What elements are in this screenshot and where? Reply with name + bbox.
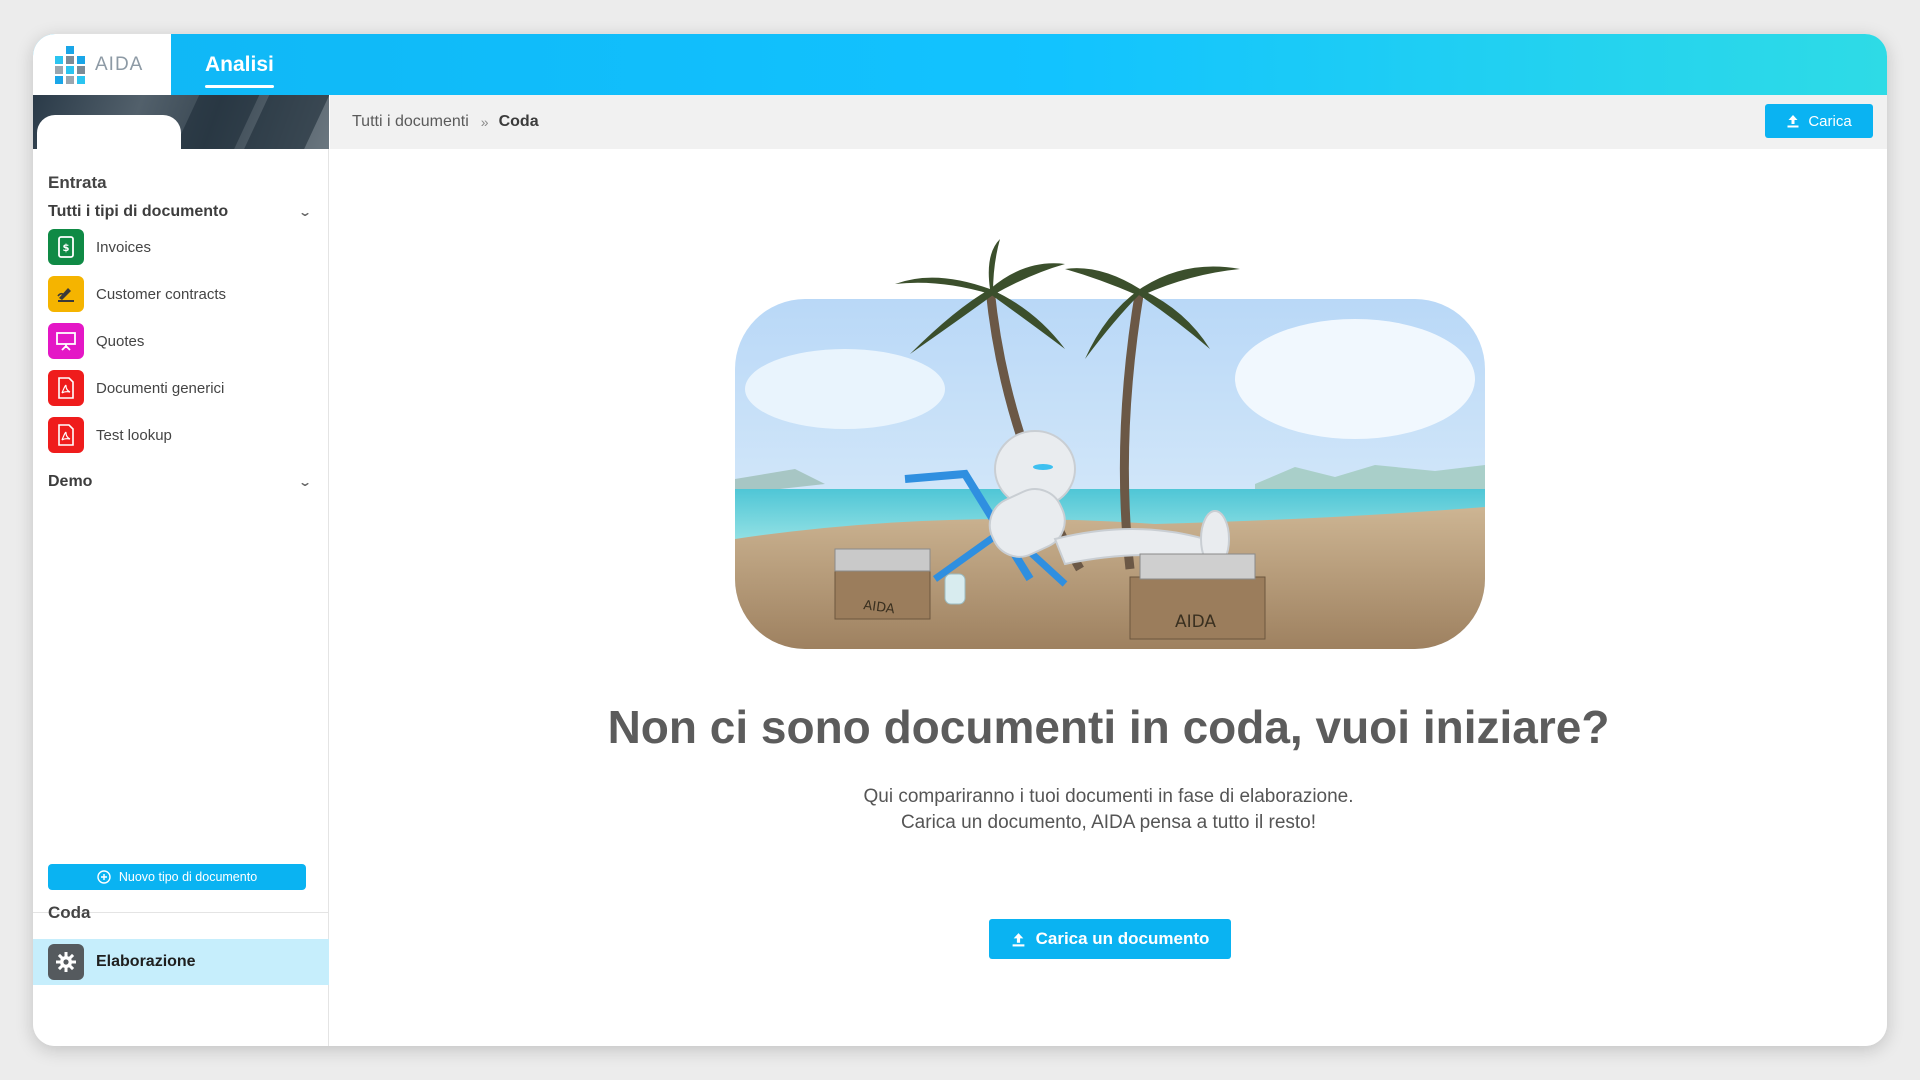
- upload-icon: [1012, 932, 1024, 946]
- beach-robot-illustration: AIDA AIDA: [735, 239, 1485, 649]
- breadcrumb-current: Coda: [498, 113, 539, 130]
- sidebar-item-label: Documenti generici: [96, 379, 225, 397]
- top-bar: AIDA Analisi: [33, 34, 1887, 95]
- app-window: AIDA Analisi Entrata Tutti i tipi di doc…: [33, 34, 1887, 1046]
- upload-document-button[interactable]: Carica un documento: [989, 919, 1231, 959]
- group-demo[interactable]: Demo ⌄: [48, 473, 313, 491]
- section-title-coda: Coda: [48, 903, 91, 922]
- logo[interactable]: AIDA: [33, 34, 171, 95]
- gear-icon: [48, 944, 84, 980]
- new-document-type-button[interactable]: Nuovo tipo di documento: [48, 864, 306, 890]
- sidebar-item-label: Invoices: [96, 238, 152, 256]
- invoice-icon: $: [48, 229, 84, 265]
- sidebar-item-invoices[interactable]: $ Invoices: [48, 229, 151, 265]
- sidebar-item-test-lookup[interactable]: Test lookup: [48, 417, 172, 453]
- group-label: Tutti i tipi di documento: [48, 203, 229, 220]
- group-all-document-types[interactable]: Tutti i tipi di documento ⌄: [48, 203, 313, 221]
- sidebar-item-label: Customer contracts: [96, 285, 227, 303]
- sidebar-item-elaborazione[interactable]: Elaborazione: [33, 939, 329, 985]
- svg-text:$: $: [63, 243, 70, 254]
- content-footer-area: [330, 987, 1887, 1046]
- upload-button-label: Carica: [1808, 112, 1852, 130]
- pdf-icon: [48, 417, 84, 453]
- chevron-down-icon: ⌄: [297, 475, 313, 489]
- upload-button[interactable]: Carica: [1765, 104, 1873, 138]
- chevron-down-icon: ⌄: [297, 205, 313, 219]
- breadcrumb: Tutti i documenti » Coda Carica: [330, 95, 1887, 149]
- new-type-label: Nuovo tipo di documento: [118, 870, 258, 884]
- upload-document-label: Carica un documento: [1035, 929, 1210, 948]
- presentation-icon: [48, 323, 84, 359]
- sidebar-item-documenti-generici[interactable]: Documenti generici: [48, 370, 224, 406]
- empty-state-title: Non ci sono documenti in coda, vuoi iniz…: [607, 701, 1610, 753]
- breadcrumb-separator: »: [480, 114, 489, 130]
- sidebar-item-customer-contracts[interactable]: Customer contracts: [48, 276, 226, 312]
- empty-state-line-1: Qui compariranno i tuoi documenti in fas…: [863, 786, 1354, 807]
- group-label: Demo: [48, 473, 93, 490]
- sidebar-item-label: Quotes: [96, 332, 145, 350]
- signature-icon: [48, 276, 84, 312]
- upload-icon: [1787, 115, 1799, 128]
- main-content: AIDA AIDA Non ci sono documenti in coda,…: [330, 149, 1887, 987]
- aida-logo-icon: [55, 45, 85, 84]
- sidebar-header-decoration: [33, 95, 329, 149]
- box-label-right: AIDA: [1175, 612, 1216, 632]
- breadcrumb-root-link[interactable]: Tutti i documenti: [352, 113, 469, 131]
- sidebar-item-label: Test lookup: [96, 426, 172, 444]
- empty-state-line-2: Carica un documento, AIDA pensa a tutto …: [900, 812, 1317, 833]
- pdf-icon: [48, 370, 84, 406]
- section-title-entrata: Entrata: [48, 173, 107, 192]
- plus-circle-icon: [97, 870, 111, 884]
- sidebar-item-quotes[interactable]: Quotes: [48, 323, 144, 359]
- elaborazione-label: Elaborazione: [96, 953, 196, 970]
- tab-analisi[interactable]: Analisi: [205, 34, 274, 95]
- sidebar: Entrata Tutti i tipi di documento ⌄ $ In…: [33, 95, 329, 1046]
- logo-text: AIDA: [95, 53, 144, 75]
